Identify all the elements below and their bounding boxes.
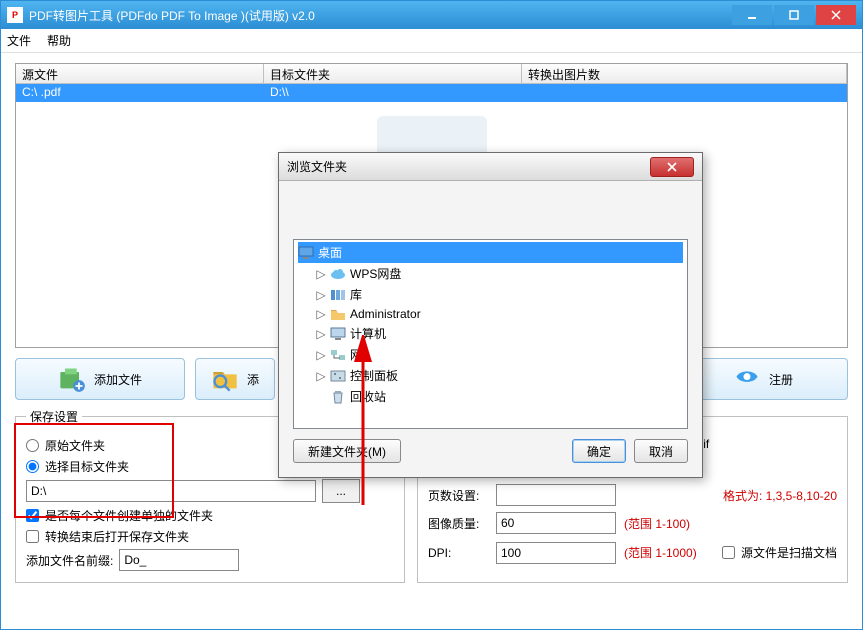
dpi-input[interactable] <box>496 542 616 564</box>
quality-hint: (范围 1-100) <box>624 515 690 532</box>
cell-target: D:\\ <box>264 84 522 102</box>
network-icon <box>330 348 346 362</box>
add-folder-button[interactable]: 添 <box>195 358 275 400</box>
folder-icon <box>330 307 346 321</box>
menu-help[interactable]: 帮助 <box>47 32 71 49</box>
add-file-label: 添加文件 <box>94 371 142 388</box>
ok-button[interactable]: 确定 <box>572 439 626 463</box>
chk-open-after-label: 转换结束后打开保存文件夹 <box>45 528 189 545</box>
tree-desktop[interactable]: 桌面 <box>298 242 683 263</box>
expand-icon[interactable]: ▷ <box>316 369 326 383</box>
chk-source-scan-label: 源文件是扫描文档 <box>741 544 837 561</box>
dialog-buttons: 新建文件夹(M) 确定 取消 <box>293 439 688 463</box>
library-icon <box>330 288 346 302</box>
chk-create-subfolder[interactable] <box>26 509 39 522</box>
add-folder-label: 添 <box>247 371 259 388</box>
close-button[interactable] <box>816 5 856 25</box>
dialog-titlebar: 浏览文件夹 <box>279 153 702 181</box>
target-path-input[interactable] <box>26 480 316 502</box>
dpi-label: DPI: <box>428 546 488 560</box>
browse-folder-dialog: 浏览文件夹 桌面 ▷ WPS网盘 ▷ 库 ▷ Administ <box>278 152 703 478</box>
radio-choose-folder[interactable] <box>26 460 39 473</box>
maximize-button[interactable] <box>774 5 814 25</box>
new-folder-button[interactable]: 新建文件夹(M) <box>293 439 401 463</box>
quality-label: 图像质量: <box>428 515 488 532</box>
tree-control-panel[interactable]: ▷ 控制面板 <box>298 365 683 386</box>
chk-open-after[interactable] <box>26 530 39 543</box>
expand-icon[interactable]: ▷ <box>316 288 326 302</box>
minimize-button[interactable] <box>732 5 772 25</box>
computer-icon <box>330 327 346 341</box>
dialog-title: 浏览文件夹 <box>287 158 650 175</box>
tree-network[interactable]: ▷ 网 <box>298 344 683 365</box>
dialog-close-button[interactable] <box>650 157 694 177</box>
cloud-icon <box>330 267 346 281</box>
col-pages[interactable]: 转换出图片数 <box>522 64 847 83</box>
expand-icon[interactable]: ▷ <box>316 267 326 281</box>
add-folder-icon <box>211 365 239 393</box>
radio-original-folder[interactable] <box>26 439 39 452</box>
dpi-hint: (范围 1-1000) <box>624 544 697 561</box>
chk-source-scan[interactable] <box>722 546 735 559</box>
col-target[interactable]: 目标文件夹 <box>264 64 522 83</box>
tree-wps[interactable]: ▷ WPS网盘 <box>298 263 683 284</box>
register-button[interactable]: 注册 <box>678 358 848 400</box>
grid-header: 源文件 目标文件夹 转换出图片数 <box>16 64 847 84</box>
folder-tree[interactable]: 桌面 ▷ WPS网盘 ▷ 库 ▷ Administrator ▷ 计算机 <box>293 239 688 429</box>
tree-libraries[interactable]: ▷ 库 <box>298 284 683 305</box>
radio-choose-label: 选择目标文件夹 <box>45 458 129 475</box>
register-icon <box>733 365 761 393</box>
expand-icon[interactable]: ▷ <box>316 348 326 362</box>
recycle-icon <box>330 390 346 404</box>
add-file-button[interactable]: 添加文件 <box>15 358 185 400</box>
table-row[interactable]: C:\ .pdf D:\\ <box>16 84 847 102</box>
chk-create-subfolder-label: 是否每个文件创建单独的文件夹 <box>45 507 213 524</box>
radio-original-label: 原始文件夹 <box>45 437 105 454</box>
app-icon: P <box>7 7 23 23</box>
tree-computer[interactable]: ▷ 计算机 <box>298 323 683 344</box>
menu-file[interactable]: 文件 <box>7 32 31 49</box>
desktop-icon <box>298 246 314 260</box>
save-legend: 保存设置 <box>26 408 82 425</box>
cell-pages <box>522 84 847 102</box>
tree-recycle[interactable]: ▷ 回收站 <box>298 386 683 407</box>
pages-input[interactable] <box>496 484 616 506</box>
titlebar: P PDF转图片工具 (PDFdo PDF To Image )(试用版) v2… <box>1 1 862 29</box>
add-file-icon <box>58 365 86 393</box>
pages-hint: 格式为: 1,3,5-8,10-20 <box>723 487 837 504</box>
pages-label: 页数设置: <box>428 487 488 504</box>
control-panel-icon <box>330 369 346 383</box>
col-source[interactable]: 源文件 <box>16 64 264 83</box>
cell-source: C:\ .pdf <box>16 84 264 102</box>
menubar: 文件 帮助 <box>1 29 862 53</box>
prefix-label: 添加文件名前缀: <box>26 552 113 569</box>
expand-icon[interactable]: ▷ <box>316 327 326 341</box>
prefix-input[interactable] <box>119 549 239 571</box>
tree-administrator[interactable]: ▷ Administrator <box>298 305 683 323</box>
window-buttons <box>732 5 856 25</box>
quality-input[interactable] <box>496 512 616 534</box>
expand-icon[interactable]: ▷ <box>316 307 326 321</box>
dialog-body: 桌面 ▷ WPS网盘 ▷ 库 ▷ Administrator ▷ 计算机 <box>279 181 702 477</box>
register-label: 注册 <box>769 371 793 388</box>
cancel-button[interactable]: 取消 <box>634 439 688 463</box>
browse-button[interactable]: ... <box>322 479 360 503</box>
window-title: PDF转图片工具 (PDFdo PDF To Image )(试用版) v2.0 <box>29 7 732 24</box>
